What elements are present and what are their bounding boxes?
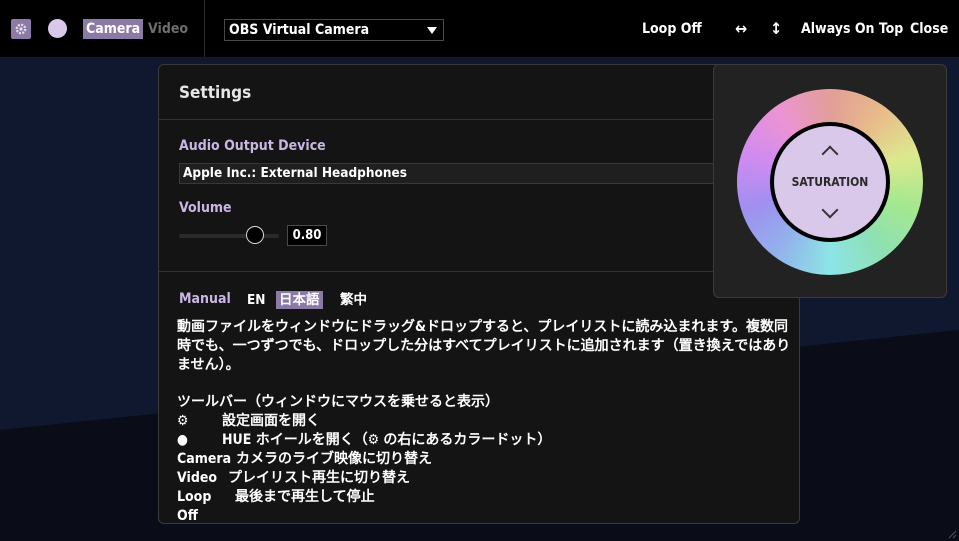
- language-ja-button[interactable]: 日本語: [276, 291, 323, 309]
- settings-panel: Settings Audio Output Device Apple Inc.:…: [158, 64, 800, 524]
- loop-toggle-button[interactable]: Loop Off: [642, 19, 702, 39]
- saturation-label: SATURATION: [791, 175, 869, 189]
- flip-vertical-icon[interactable]: ↕: [770, 19, 782, 39]
- resize-grip-icon[interactable]: [947, 529, 957, 539]
- language-zh-button[interactable]: 繁中: [340, 291, 367, 309]
- camera-source-value: OBS Virtual Camera: [229, 22, 370, 38]
- divider: [159, 119, 799, 120]
- volume-label: Volume: [179, 200, 232, 216]
- flip-horizontal-icon[interactable]: ↔: [735, 19, 747, 39]
- manual-intro-text: 動画ファイルをウィンドウにドラッグ&ドロップすると、プレイリストに読み込まれます…: [177, 319, 791, 373]
- camera-button[interactable]: Camera: [83, 19, 144, 39]
- gear-icon: [15, 23, 27, 35]
- hue-wheel[interactable]: SATURATION: [737, 89, 923, 275]
- settings-title: Settings: [179, 83, 252, 103]
- audio-output-label: Audio Output Device: [179, 138, 326, 154]
- toolbar: Camera Video OBS Virtual Camera Loop Off…: [0, 0, 959, 57]
- divider: [159, 271, 799, 272]
- saturation-control[interactable]: SATURATION: [774, 126, 886, 238]
- chevron-up-icon[interactable]: [821, 145, 839, 163]
- dot-icon: ●: [177, 432, 188, 448]
- hue-color-dot-button[interactable]: [48, 19, 67, 38]
- volume-value[interactable]: 0.80: [287, 225, 327, 246]
- volume-slider-track[interactable]: [179, 234, 279, 238]
- camera-source-select[interactable]: OBS Virtual Camera: [224, 19, 444, 41]
- volume-slider-handle[interactable]: [246, 226, 264, 244]
- manual-label: Manual: [179, 291, 231, 307]
- manual-toolbar-heading: ツールバー（ウィンドウにマウスを乗せると表示）: [177, 394, 499, 410]
- language-en-button[interactable]: EN: [247, 291, 265, 309]
- chevron-down-icon: [427, 27, 437, 34]
- saturation-ring: SATURATION: [770, 122, 890, 242]
- settings-gear-button[interactable]: [11, 19, 31, 39]
- audio-output-select[interactable]: Apple Inc.: External Headphones: [179, 163, 739, 184]
- always-on-top-button[interactable]: Always On Top: [801, 19, 903, 39]
- close-button[interactable]: Close: [910, 19, 948, 39]
- gear-icon: ⚙: [177, 413, 189, 429]
- video-button[interactable]: Video: [148, 19, 188, 39]
- chevron-down-icon[interactable]: [821, 201, 839, 219]
- hue-wheel-panel: SATURATION: [713, 64, 947, 298]
- toolbar-divider: [204, 0, 205, 57]
